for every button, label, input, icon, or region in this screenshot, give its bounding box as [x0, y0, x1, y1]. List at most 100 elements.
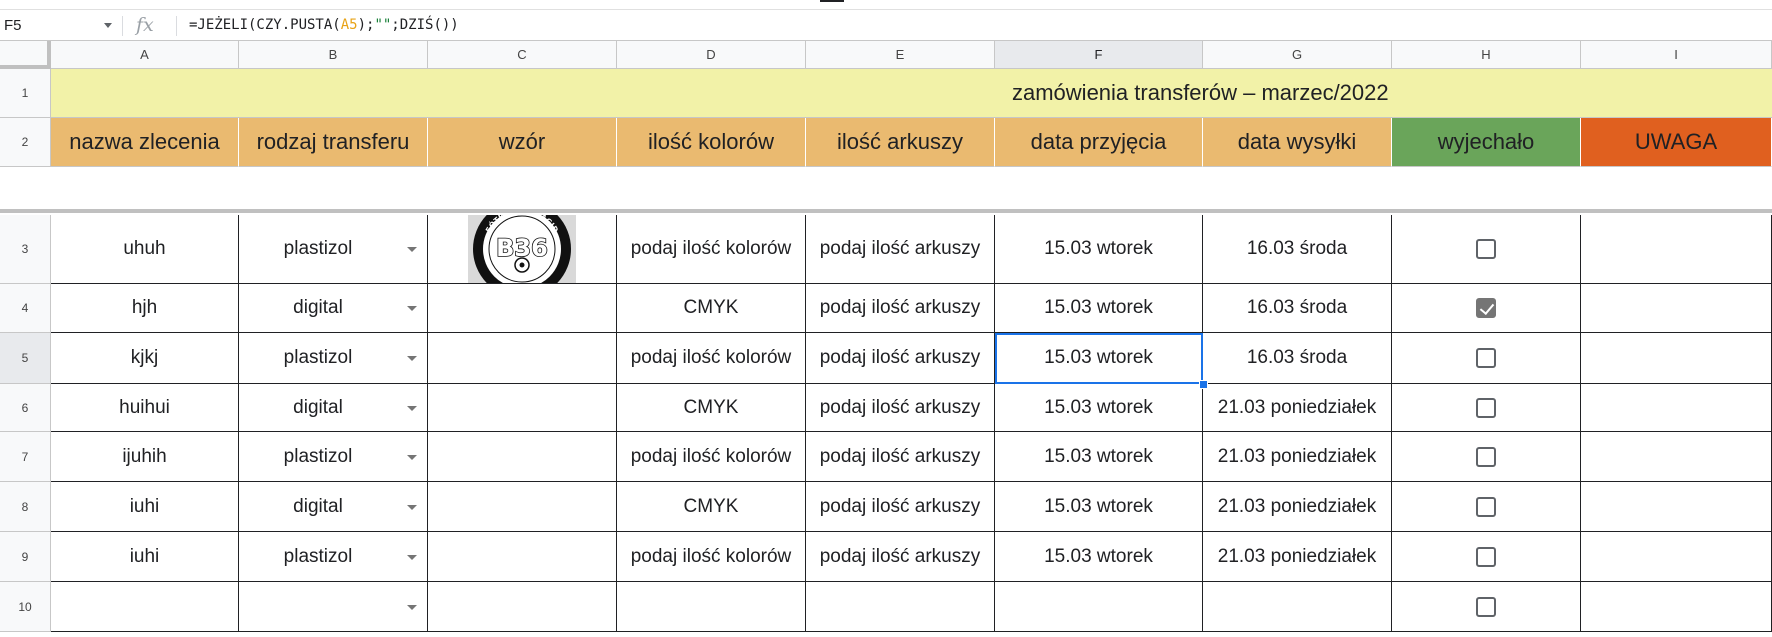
row-header-1[interactable]: 1: [0, 69, 51, 118]
checkbox[interactable]: [1476, 496, 1496, 517]
cell-c3[interactable]: FÓTBOLTSFELAGIDF.C. TÓRSHAVNB36: [428, 215, 617, 284]
checkbox[interactable]: [1476, 546, 1496, 567]
column-header-h[interactable]: H: [1392, 41, 1581, 69]
cell-i5[interactable]: [1581, 333, 1772, 384]
cell-d9[interactable]: podaj ilość kolorów: [617, 532, 806, 582]
fill-handle[interactable]: [1199, 380, 1208, 389]
cell-a4[interactable]: hjh: [51, 284, 239, 333]
cell-f3[interactable]: 15.03 wtorek: [995, 215, 1203, 284]
select-all-corner[interactable]: [0, 41, 51, 69]
cell-g7[interactable]: 21.03 poniedziałek: [1203, 432, 1392, 482]
formula-input[interactable]: =JEŻELI(CZY.PUSTA(A5);"";DZIŚ()): [189, 10, 459, 41]
cell-g6[interactable]: 21.03 poniedziałek: [1203, 384, 1392, 432]
cell-i10[interactable]: [1581, 582, 1772, 632]
cell-c7[interactable]: [428, 432, 617, 482]
cell-i9[interactable]: [1581, 532, 1772, 582]
column-header-c[interactable]: C: [428, 41, 617, 69]
cell-h4[interactable]: [1392, 284, 1581, 333]
cell-f6[interactable]: 15.03 wtorek: [995, 384, 1203, 432]
cell-d10[interactable]: [617, 582, 806, 632]
row-header-5[interactable]: 5: [0, 333, 51, 384]
cell-f5[interactable]: 15.03 wtorek: [995, 333, 1203, 384]
cell-g3[interactable]: 16.03 środa: [1203, 215, 1392, 284]
cell-h3[interactable]: [1392, 215, 1581, 284]
cell-f8[interactable]: 15.03 wtorek: [995, 482, 1203, 532]
cell-d6[interactable]: CMYK: [617, 384, 806, 432]
cell-a7[interactable]: ijuhih: [51, 432, 239, 482]
cell-g10[interactable]: [1203, 582, 1392, 632]
row-header-4[interactable]: 4: [0, 284, 51, 333]
cell-e6[interactable]: podaj ilość arkuszy: [806, 384, 995, 432]
cell-e3[interactable]: podaj ilość arkuszy: [806, 215, 995, 284]
cell-f7[interactable]: 15.03 wtorek: [995, 432, 1203, 482]
cell-d4[interactable]: CMYK: [617, 284, 806, 333]
cell-b10[interactable]: [239, 582, 428, 632]
cell-c5[interactable]: [428, 333, 617, 384]
cell-d3[interactable]: podaj ilość kolorów: [617, 215, 806, 284]
cell-c8[interactable]: [428, 482, 617, 532]
dropdown-arrow-icon[interactable]: [407, 405, 417, 411]
column-header-f[interactable]: F: [995, 41, 1203, 69]
cell-a6[interactable]: huihui: [51, 384, 239, 432]
checked-checkbox[interactable]: [1476, 298, 1496, 318]
dropdown-arrow-icon[interactable]: [407, 504, 417, 510]
row-header-8[interactable]: 8: [0, 482, 51, 532]
dropdown-arrow-icon[interactable]: [407, 247, 417, 252]
cell-e5[interactable]: podaj ilość arkuszy: [806, 333, 995, 384]
checkbox[interactable]: [1476, 446, 1496, 467]
cell-h5[interactable]: [1392, 333, 1581, 384]
checkbox[interactable]: [1476, 348, 1496, 368]
cell-f4[interactable]: 15.03 wtorek: [995, 284, 1203, 333]
cell-g8[interactable]: 21.03 poniedziałek: [1203, 482, 1392, 532]
cell-c10[interactable]: [428, 582, 617, 632]
cell-e8[interactable]: podaj ilość arkuszy: [806, 482, 995, 532]
cell-h6[interactable]: [1392, 384, 1581, 432]
cell-f10[interactable]: [995, 582, 1203, 632]
column-header-e[interactable]: E: [806, 41, 995, 69]
cell-c4[interactable]: [428, 284, 617, 333]
cell-a8[interactable]: iuhi: [51, 482, 239, 532]
column-header-b[interactable]: B: [239, 41, 428, 69]
dropdown-arrow-icon[interactable]: [407, 454, 417, 460]
row-header-10[interactable]: 10: [0, 582, 51, 632]
checkbox[interactable]: [1476, 239, 1496, 259]
cell-g9[interactable]: 21.03 poniedziałek: [1203, 532, 1392, 582]
cell-g4[interactable]: 16.03 środa: [1203, 284, 1392, 333]
cell-i4[interactable]: [1581, 284, 1772, 333]
cell-b4[interactable]: digital: [239, 284, 428, 333]
frozen-rows-divider[interactable]: [0, 167, 1772, 215]
name-box[interactable]: F5: [0, 10, 120, 41]
column-header-i[interactable]: I: [1581, 41, 1772, 69]
row-header-2[interactable]: 2: [0, 118, 51, 167]
spreadsheet-grid[interactable]: A B C D E F G H I 1 2 3 4 5 6 7 8 9 10 zamówienia transferó…: [0, 41, 1772, 637]
cell-b5[interactable]: plastizol: [239, 333, 428, 384]
cell-d7[interactable]: podaj ilość kolorów: [617, 432, 806, 482]
row-header-9[interactable]: 9: [0, 532, 51, 582]
column-header-g[interactable]: G: [1203, 41, 1392, 69]
cell-d5[interactable]: podaj ilość kolorów: [617, 333, 806, 384]
frozen-rows-divider[interactable]: [0, 209, 1772, 213]
dropdown-arrow-icon[interactable]: [407, 604, 417, 610]
cell-a3[interactable]: uhuh: [51, 215, 239, 284]
cell-i3[interactable]: [1581, 215, 1772, 284]
cell-h9[interactable]: [1392, 532, 1581, 582]
cell-e7[interactable]: podaj ilość arkuszy: [806, 432, 995, 482]
cell-g5[interactable]: 16.03 środa: [1203, 333, 1392, 384]
row-header-6[interactable]: 6: [0, 384, 51, 432]
cell-d8[interactable]: CMYK: [617, 482, 806, 532]
row-header-7[interactable]: 7: [0, 432, 51, 482]
cell-a5[interactable]: kjkj: [51, 333, 239, 384]
dropdown-arrow-icon[interactable]: [407, 356, 417, 361]
cell-c6[interactable]: [428, 384, 617, 432]
cell-i8[interactable]: [1581, 482, 1772, 532]
cell-h7[interactable]: [1392, 432, 1581, 482]
cell-a9[interactable]: iuhi: [51, 532, 239, 582]
cell-h10[interactable]: [1392, 582, 1581, 632]
row-header-3[interactable]: 3: [0, 215, 51, 284]
cell-b8[interactable]: digital: [239, 482, 428, 532]
cell-f9[interactable]: 15.03 wtorek: [995, 532, 1203, 582]
cell-i6[interactable]: [1581, 384, 1772, 432]
cell-i7[interactable]: [1581, 432, 1772, 482]
cell-h8[interactable]: [1392, 482, 1581, 532]
checkbox[interactable]: [1476, 397, 1496, 418]
